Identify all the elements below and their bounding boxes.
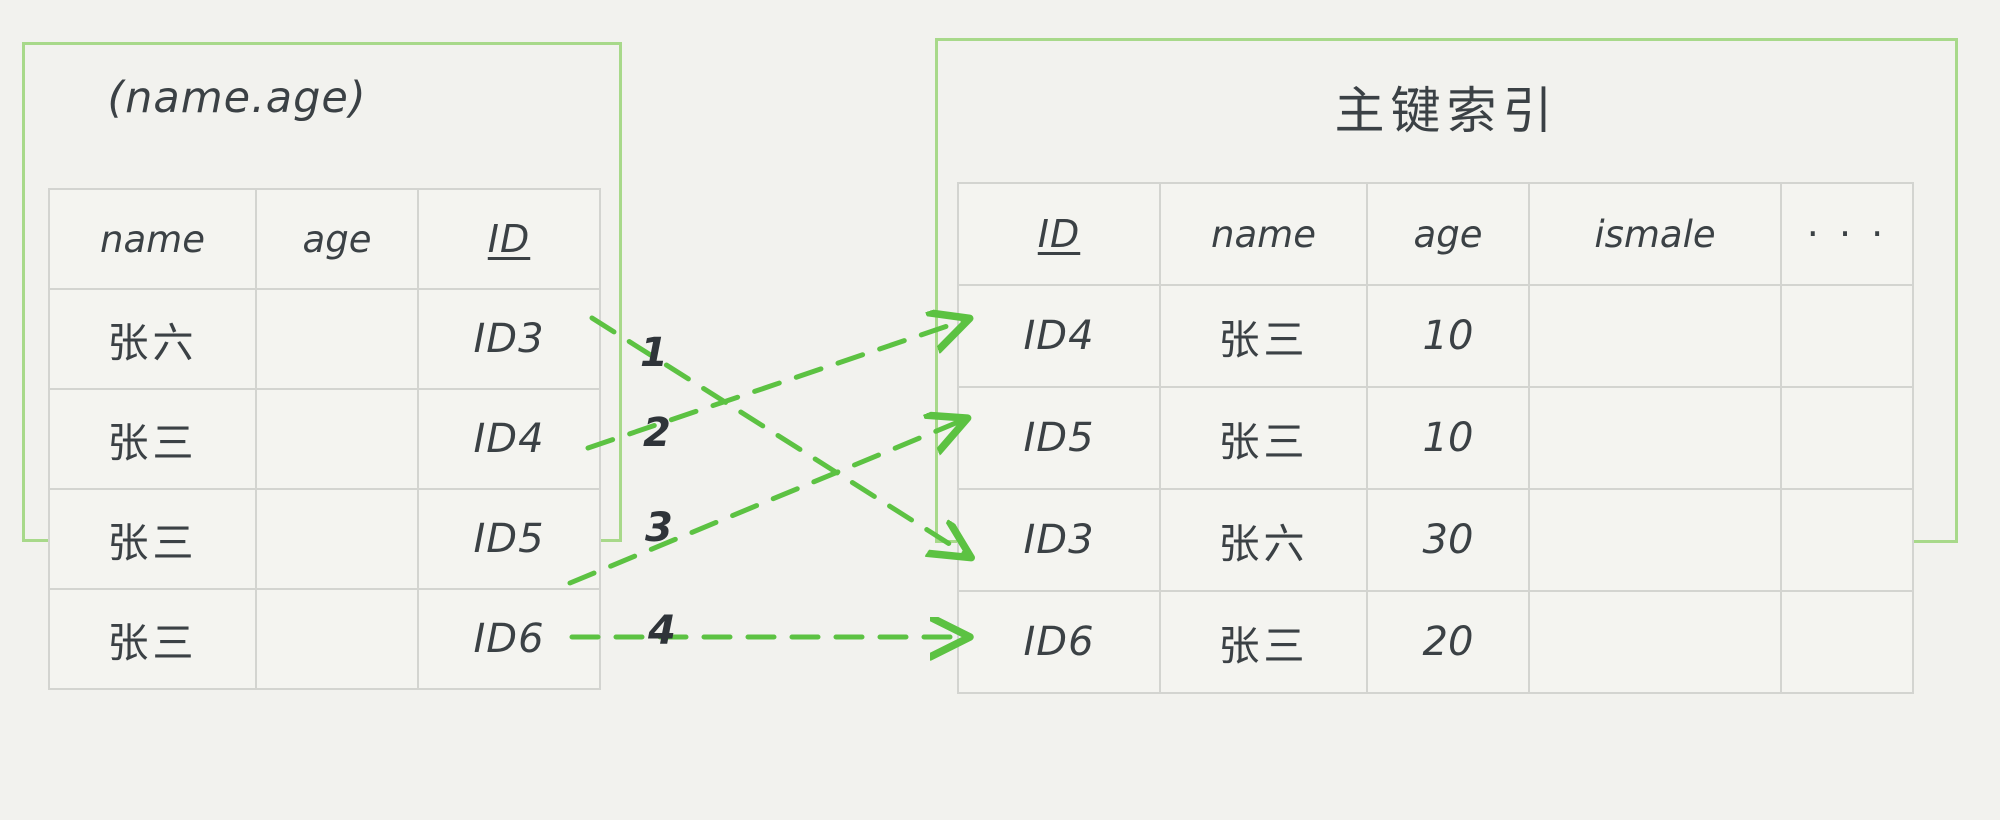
diagram-canvas: (name.age) name age ID 张六 ID3 张三 ID4 张三 — [0, 0, 2000, 820]
arrow-label-3: 3 — [645, 505, 673, 551]
cell-age: 20 — [1366, 590, 1530, 694]
table-row: 张三 ID4 — [48, 388, 601, 490]
cell-more — [1780, 488, 1914, 592]
cell-id: ID5 — [417, 488, 601, 590]
cell-more — [1780, 590, 1914, 694]
table-row: ID3 张六 30 — [957, 488, 1914, 592]
cell-ismale — [1528, 590, 1782, 694]
cell-age: 10 — [1366, 284, 1530, 388]
arrow-label-1: 1 — [640, 330, 668, 376]
cell-name: 张三 — [1159, 284, 1368, 388]
cell-name: 张三 — [48, 588, 257, 690]
cell-age — [255, 588, 419, 690]
cell-name: 张六 — [1159, 488, 1368, 592]
cell-id: ID6 — [417, 588, 601, 690]
cell-ismale — [1528, 386, 1782, 490]
cell-name: 张三 — [1159, 590, 1368, 694]
cell-name: 张三 — [1159, 386, 1368, 490]
right-panel-title: 主键索引 — [1334, 82, 1559, 140]
column-header-age: age — [1366, 182, 1530, 286]
column-header-id: ID — [417, 188, 601, 290]
secondary-index-table: name age ID 张六 ID3 张三 ID4 张三 ID5 张三 ID6 — [48, 188, 601, 690]
cell-age: 30 — [1366, 488, 1530, 592]
table-row: 张三 ID6 — [48, 588, 601, 690]
column-header-ismale: ismale — [1528, 182, 1782, 286]
cell-name: 张三 — [48, 388, 257, 490]
table-row: ID5 张三 10 — [957, 386, 1914, 490]
table-row: 张三 ID5 — [48, 488, 601, 590]
cell-age — [255, 488, 419, 590]
arrow-label-2: 2 — [643, 410, 671, 456]
column-header-name: name — [48, 188, 257, 290]
cell-id: ID3 — [417, 288, 601, 390]
cell-age: 10 — [1366, 386, 1530, 490]
table-header-row: ID name age ismale · · · — [957, 182, 1914, 286]
cell-id: ID4 — [417, 388, 601, 490]
cell-id: ID4 — [957, 284, 1161, 388]
arrow-label-4: 4 — [648, 608, 676, 654]
table-row: 张六 ID3 — [48, 288, 601, 390]
cell-ismale — [1528, 488, 1782, 592]
cell-id: ID3 — [957, 488, 1161, 592]
column-header-name: name — [1159, 182, 1368, 286]
column-header-id: ID — [957, 182, 1161, 286]
left-panel-title: (name.age) — [107, 73, 367, 123]
cell-id: ID5 — [957, 386, 1161, 490]
column-header-ellipsis: · · · — [1780, 182, 1914, 286]
table-row: ID6 张三 20 — [957, 590, 1914, 694]
cell-name: 张六 — [48, 288, 257, 390]
table-row: ID4 张三 10 — [957, 284, 1914, 388]
table-header-row: name age ID — [48, 188, 601, 290]
cell-name: 张三 — [48, 488, 257, 590]
cell-more — [1780, 386, 1914, 490]
cell-age — [255, 388, 419, 490]
primary-key-index-table: ID name age ismale · · · ID4 张三 10 ID5 张… — [957, 182, 1914, 694]
cell-age — [255, 288, 419, 390]
arrow-3-id5 — [567, 420, 963, 586]
cell-id: ID6 — [957, 590, 1161, 694]
cell-ismale — [1528, 284, 1782, 388]
cell-more — [1780, 284, 1914, 388]
column-header-age: age — [255, 188, 419, 290]
